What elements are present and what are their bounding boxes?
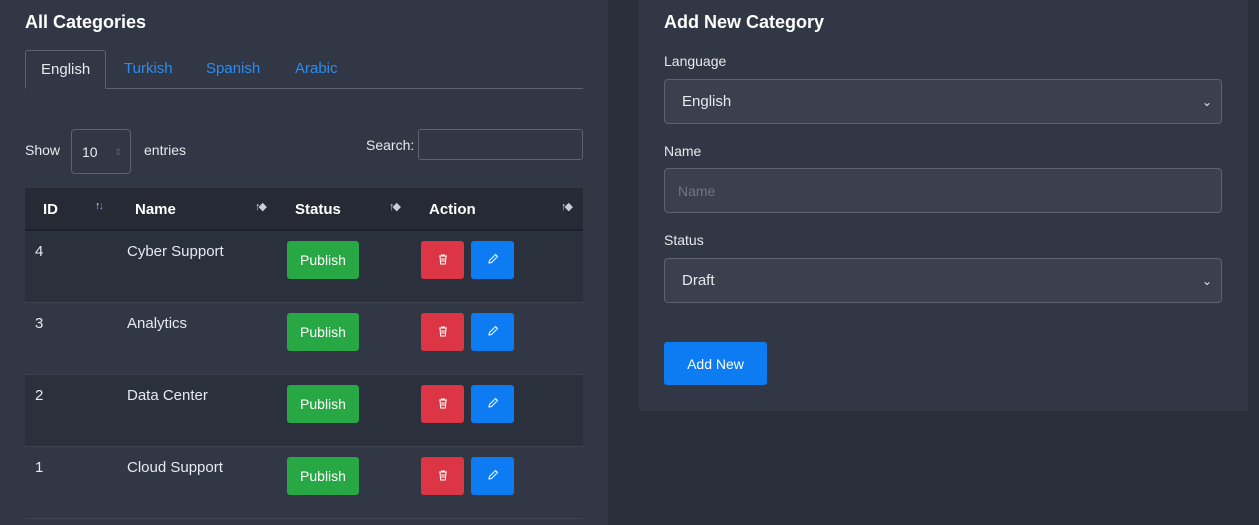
add-new-button[interactable]: Add New <box>664 342 767 385</box>
table-row: 4 Cyber Support Publish <box>25 231 583 303</box>
tab-spanish[interactable]: Spanish <box>206 50 260 89</box>
edit-button[interactable] <box>471 241 514 279</box>
trash-icon <box>438 254 447 264</box>
sort-icon[interactable]: ↑◆ <box>389 200 401 213</box>
delete-button[interactable] <box>421 385 464 423</box>
updown-icon: ⇕ <box>114 147 122 157</box>
row-name: Data Center <box>127 387 208 404</box>
chevron-down-icon: ⌄ <box>1201 95 1212 109</box>
name-input[interactable] <box>664 168 1222 213</box>
delete-button[interactable] <box>421 313 464 351</box>
row-id: 3 <box>35 315 44 332</box>
card-title: All Categories <box>25 12 147 32</box>
delete-button[interactable] <box>421 241 464 279</box>
table-header: ID ↑↓ Name ↑◆ Status ↑◆ Action ↑◆ <box>25 188 583 231</box>
edit-button[interactable] <box>471 313 514 351</box>
language-select[interactable]: English ⌄ <box>664 79 1222 124</box>
search-label: Search: <box>366 137 415 153</box>
sort-icon[interactable]: ↑◆ <box>561 200 573 213</box>
search-input[interactable] <box>418 129 583 160</box>
entries-label: entries <box>144 142 187 158</box>
row-name: Analytics <box>127 315 188 332</box>
column-status[interactable]: Status <box>295 188 341 231</box>
tab-arabic[interactable]: Arabic <box>295 50 338 89</box>
pencil-icon <box>487 469 498 480</box>
status-label: Status <box>664 232 704 248</box>
row-name: Cloud Support <box>127 459 223 476</box>
row-name: Cyber Support <box>127 243 224 260</box>
column-action[interactable]: Action <box>429 188 476 231</box>
column-name[interactable]: Name <box>135 188 176 231</box>
tab-english[interactable]: English <box>25 50 107 89</box>
table-row: 3 Analytics Publish <box>25 303 583 375</box>
table-row: 2 Data Center Publish <box>25 375 583 447</box>
language-label: Language <box>664 53 727 69</box>
status-value: Draft <box>682 272 715 289</box>
status-select[interactable]: Draft ⌄ <box>664 258 1222 303</box>
language-tabs: English Turkish Spanish Arabic <box>25 50 583 89</box>
edit-button[interactable] <box>471 457 514 495</box>
publish-button[interactable]: Publish <box>287 241 359 279</box>
name-label: Name <box>664 143 702 159</box>
language-value: English <box>682 93 732 110</box>
pencil-icon <box>487 397 498 408</box>
delete-button[interactable] <box>421 457 464 495</box>
row-id: 2 <box>35 387 44 404</box>
table-row: 1 Cloud Support Publish <box>25 447 583 519</box>
card-title: Add New Category <box>664 12 825 32</box>
row-id: 4 <box>35 243 44 260</box>
sort-desc-icon[interactable]: ↑↓ <box>95 200 104 212</box>
edit-button[interactable] <box>471 385 514 423</box>
column-id[interactable]: ID <box>43 188 58 231</box>
publish-button[interactable]: Publish <box>287 313 359 351</box>
trash-icon <box>438 470 447 480</box>
publish-button[interactable]: Publish <box>287 457 359 495</box>
show-label: Show <box>25 142 61 158</box>
sort-icon[interactable]: ↑◆ <box>255 200 267 213</box>
publish-button[interactable]: Publish <box>287 385 359 423</box>
pencil-icon <box>487 325 498 336</box>
pencil-icon <box>487 253 498 264</box>
entries-value: 10 <box>82 144 98 160</box>
chevron-down-icon: ⌄ <box>1201 274 1212 288</box>
tab-turkish[interactable]: Turkish <box>124 50 173 89</box>
entries-select[interactable]: 10 ⇕ <box>71 129 131 174</box>
row-id: 1 <box>35 459 44 476</box>
trash-icon <box>438 326 447 336</box>
trash-icon <box>438 398 447 408</box>
